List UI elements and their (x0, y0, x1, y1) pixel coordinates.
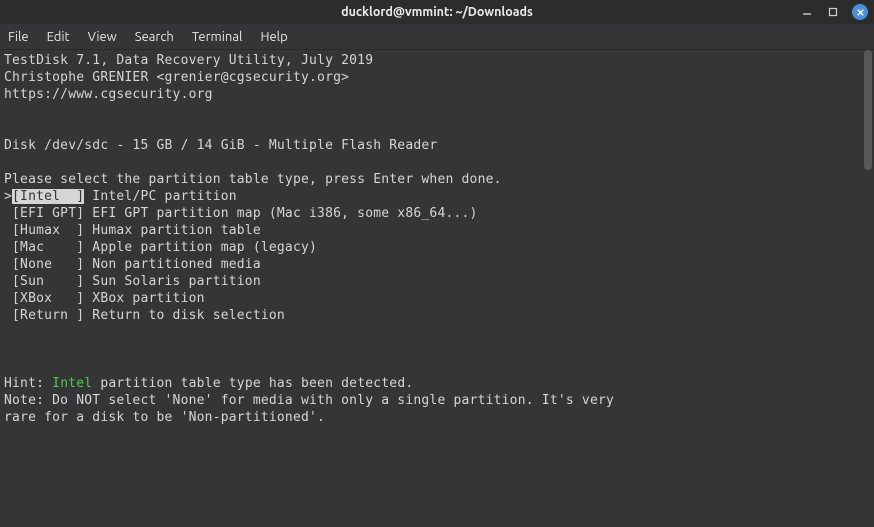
header-line-1: TestDisk 7.1, Data Recovery Utility, Jul… (4, 53, 373, 68)
window-titlebar: ducklord@vmmint: ~/Downloads (0, 0, 874, 24)
note-line-2: rare for a disk to be 'Non-partitioned'. (4, 410, 325, 425)
scrollbar-thumb[interactable] (864, 50, 872, 170)
header-line-3: https://www.cgsecurity.org (4, 87, 213, 102)
minimize-button[interactable] (800, 5, 814, 19)
terminal-output[interactable]: TestDisk 7.1, Data Recovery Utility, Jul… (0, 50, 862, 527)
menu-help[interactable]: Help (260, 30, 287, 44)
note-line-1: Note: Do NOT select 'None' for media wit… (4, 393, 614, 408)
menubar: File Edit View Search Terminal Help (0, 24, 874, 50)
option-none[interactable]: [None ] Non partitioned media (4, 257, 261, 272)
hint-detected-type: Intel (52, 376, 92, 391)
disk-line: Disk /dev/sdc - 15 GB / 14 GiB - Multipl… (4, 138, 437, 153)
option-intel-label: [Intel ] (12, 189, 84, 204)
menu-edit[interactable]: Edit (47, 30, 70, 44)
window-title: ducklord@vmmint: ~/Downloads (341, 5, 533, 19)
option-intel-desc: Intel/PC partition (84, 189, 237, 204)
maximize-button[interactable] (826, 5, 840, 19)
option-humax[interactable]: [Humax ] Humax partition table (4, 223, 261, 238)
header-line-2: Christophe GRENIER <grenier@cgsecurity.o… (4, 70, 349, 85)
window-controls (800, 0, 868, 24)
menu-terminal[interactable]: Terminal (192, 30, 243, 44)
option-return[interactable]: [Return ] Return to disk selection (4, 308, 285, 323)
option-intel[interactable]: >[Intel ] Intel/PC partition (4, 189, 237, 204)
prompt-line: Please select the partition table type, … (4, 172, 502, 187)
hint-line: Hint: Intel partition table type has bee… (4, 376, 413, 391)
option-mac[interactable]: [Mac ] Apple partition map (legacy) (4, 240, 317, 255)
option-sun[interactable]: [Sun ] Sun Solaris partition (4, 274, 261, 289)
option-efi-gpt[interactable]: [EFI GPT] EFI GPT partition map (Mac i38… (4, 206, 478, 221)
option-xbox[interactable]: [XBox ] XBox partition (4, 291, 205, 306)
scrollbar[interactable] (862, 50, 874, 527)
menu-search[interactable]: Search (135, 30, 174, 44)
close-button[interactable] (852, 4, 868, 20)
menu-view[interactable]: View (88, 30, 117, 44)
terminal-wrap: TestDisk 7.1, Data Recovery Utility, Jul… (0, 50, 874, 527)
menu-file[interactable]: File (8, 30, 29, 44)
